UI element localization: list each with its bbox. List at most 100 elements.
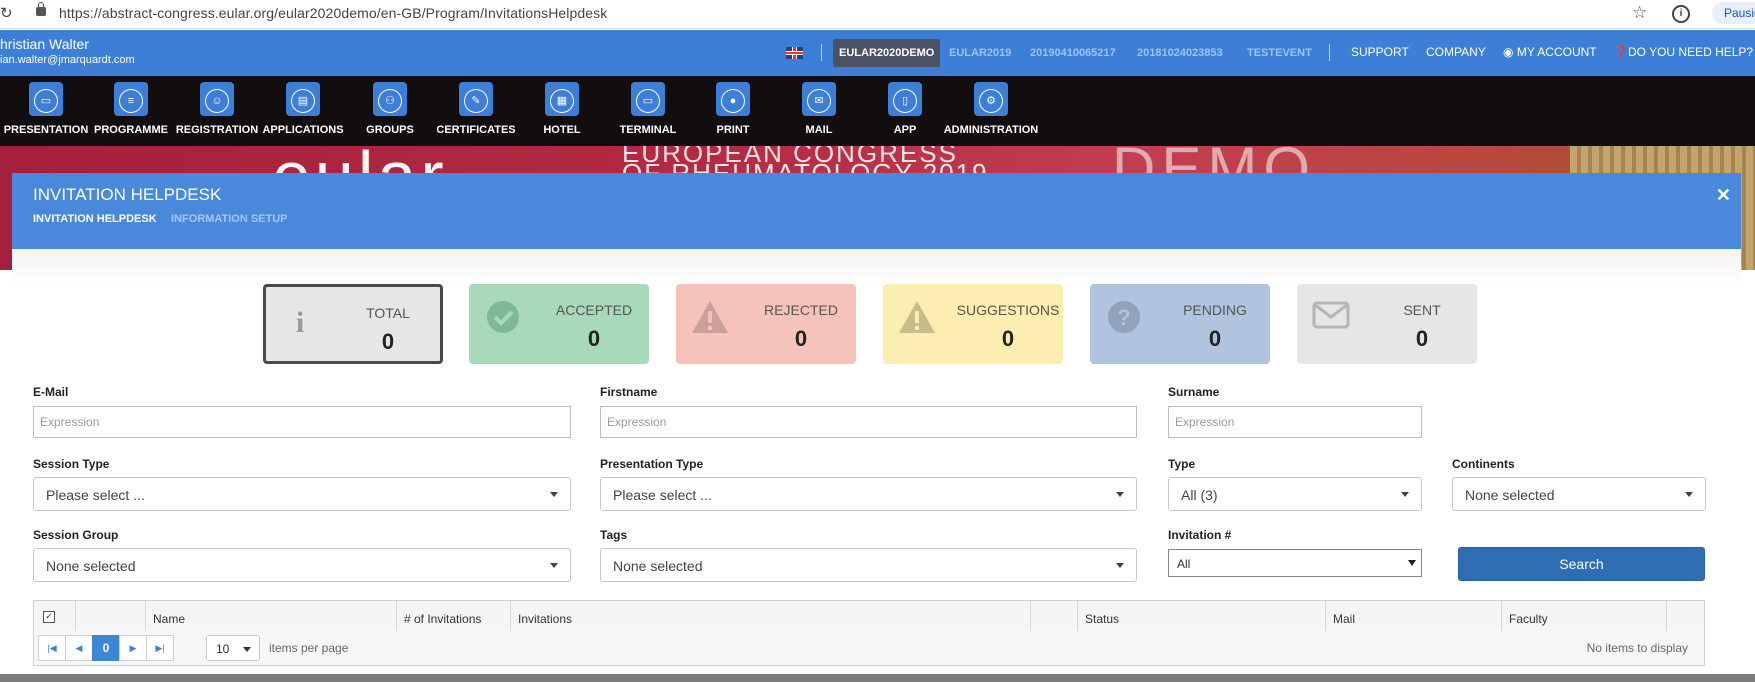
reload-icon[interactable]: ↻ [0,4,13,22]
last-page-icon[interactable]: ▶| [146,635,174,661]
my-account-label: MY ACCOUNT [1516,45,1597,59]
tab-information-setup[interactable]: INFORMATION SETUP [171,213,288,225]
grid-column-invitation-count[interactable]: # of Invitations [396,601,510,631]
grid-column-status[interactable]: Status [1077,601,1325,631]
my-account-link[interactable]: ◉ MY ACCOUNT [1503,45,1597,59]
registration-icon: ☺ [200,82,234,116]
first-page-icon[interactable]: |◀ [38,635,66,661]
bookmark-star-icon[interactable]: ☆ [1632,3,1647,23]
surname-field[interactable] [1168,406,1422,438]
browser-address-bar: ↻ https://abstract-congress.eular.org/eu… [0,0,1755,29]
firstname-label: Firstname [600,385,658,399]
close-icon[interactable]: ✕ [1716,185,1731,206]
presentation-type-value: Please select ... [613,487,712,503]
session-type-label: Session Type [33,457,110,471]
uk-flag-icon[interactable] [786,47,803,59]
stat-label: SUGGESTIONS [956,302,1060,318]
stat-tile-pending[interactable]: ? PENDING 0 [1090,284,1270,364]
stat-tile-accepted[interactable]: ACCEPTED 0 [469,284,649,364]
type-value: All (3) [1181,487,1218,503]
stat-tile-total[interactable]: i TOTAL 0 [263,284,443,364]
pause-button[interactable]: Pausie [1712,2,1755,24]
next-page-icon[interactable]: ▶ [119,635,147,661]
tags-select[interactable]: None selected [600,548,1137,582]
presentation-icon: ▭ [29,82,63,116]
question-icon: ❓ [1613,45,1628,59]
extension-icon[interactable]: i [1672,5,1690,23]
type-label: Type [1168,457,1196,471]
url-field[interactable]: https://abstract-congress.eular.org/eula… [59,5,607,21]
prev-page-icon[interactable]: ◀ [65,635,93,661]
stat-tile-rejected[interactable]: REJECTED 0 [676,284,856,364]
caret-down-icon [1116,492,1124,497]
event-tab-20190410065217[interactable]: 20190410065217 [1030,39,1116,67]
company-link[interactable]: COMPANY [1426,45,1486,59]
grid-column-faculty[interactable]: Faculty [1501,601,1666,631]
event-tab-eular2019[interactable]: EULAR2019 [949,39,1011,67]
session-group-select[interactable]: None selected [33,548,571,582]
stat-tile-suggestions[interactable]: SUGGESTIONS 0 [883,284,1063,364]
email-field[interactable] [33,406,571,438]
stat-label: PENDING [1183,302,1247,318]
search-button[interactable]: Search [1458,547,1705,581]
hotel-icon: ▦ [545,82,579,116]
invitation-number-value: All [1177,557,1191,571]
grid-column-invitations[interactable]: Invitations [510,601,1030,631]
top-user-bar: hristian Walter ian.walter@jmarquardt.co… [0,30,1755,76]
items-per-page-select[interactable]: 10 [206,635,260,661]
envelope-icon [1311,300,1351,340]
help-link[interactable]: ❓DO YOU NEED HELP? [1613,45,1753,59]
stat-tile-sent[interactable]: SENT 0 [1297,284,1477,364]
module-administration[interactable]: ⚙ ADMINISTRATION [944,76,1038,146]
module-label: ADMINISTRATION [943,124,1039,136]
session-group-label: Session Group [33,528,119,542]
continents-value: None selected [1465,487,1555,503]
invitation-number-select[interactable]: All [1168,549,1422,577]
event-tab-eular2020demo[interactable]: EULAR2020DEMO [833,39,941,67]
select-all-checkbox[interactable]: ✓ [43,611,55,623]
grid-header: ✓ Name # of Invitations Invitations Stat… [34,601,1704,632]
presentation-type-select[interactable]: Please select ... [600,477,1137,511]
event-tab-testevent[interactable]: TESTEVENT [1247,39,1312,67]
stat-label: SENT [1403,302,1441,318]
stat-value: 0 [587,326,601,351]
modal-header: INVITATION HELPDESK INVITATION HELPDESK … [12,173,1741,249]
grid-column-mail[interactable]: Mail [1325,601,1501,631]
stat-value: 0 [794,326,808,351]
type-select[interactable]: All (3) [1168,477,1422,511]
invitation-helpdesk-modal: INVITATION HELPDESK INVITATION HELPDESK … [12,173,1741,682]
info-icon: i [295,306,305,339]
caret-down-icon [550,492,558,497]
caret-down-icon [1401,492,1409,497]
stat-value: 0 [1208,326,1222,351]
continents-label: Continents [1452,457,1515,471]
page-bottom-edge [0,674,1755,682]
grid-column-blank [1030,601,1077,631]
stat-value: 0 [381,329,395,354]
firstname-field[interactable] [600,406,1137,438]
tags-value: None selected [613,558,703,574]
invitation-number-label: Invitation # [1168,528,1232,542]
modal-body: i TOTAL 0 ACCEPTED 0 REJECTED 0 SUGGESTI… [12,249,1741,682]
caret-down-icon [1116,563,1124,568]
stat-label: REJECTED [764,302,838,318]
warning-icon [897,300,937,340]
event-tab-20181024023853[interactable]: 20181024023853 [1137,39,1223,67]
stat-label: TOTAL [366,305,410,321]
surname-label: Surname [1168,385,1220,399]
user-name: hristian Walter [0,36,89,52]
session-type-value: Please select ... [46,487,145,503]
print-icon: ● [716,82,750,116]
current-page[interactable]: 0 [92,635,120,661]
grid-column-blank [1666,601,1704,631]
no-items-message: No items to display [1586,641,1688,655]
check-circle-icon [483,300,523,340]
certificates-icon: ✎ [459,82,493,116]
session-type-select[interactable]: Please select ... [33,477,571,511]
presentation-type-label: Presentation Type [600,457,704,471]
tab-invitation-helpdesk[interactable]: INVITATION HELPDESK [33,213,157,225]
terminal-icon: ▭ [631,82,665,116]
grid-column-name[interactable]: Name [145,601,396,631]
support-link[interactable]: SUPPORT [1351,45,1409,59]
continents-select[interactable]: None selected [1452,477,1706,511]
